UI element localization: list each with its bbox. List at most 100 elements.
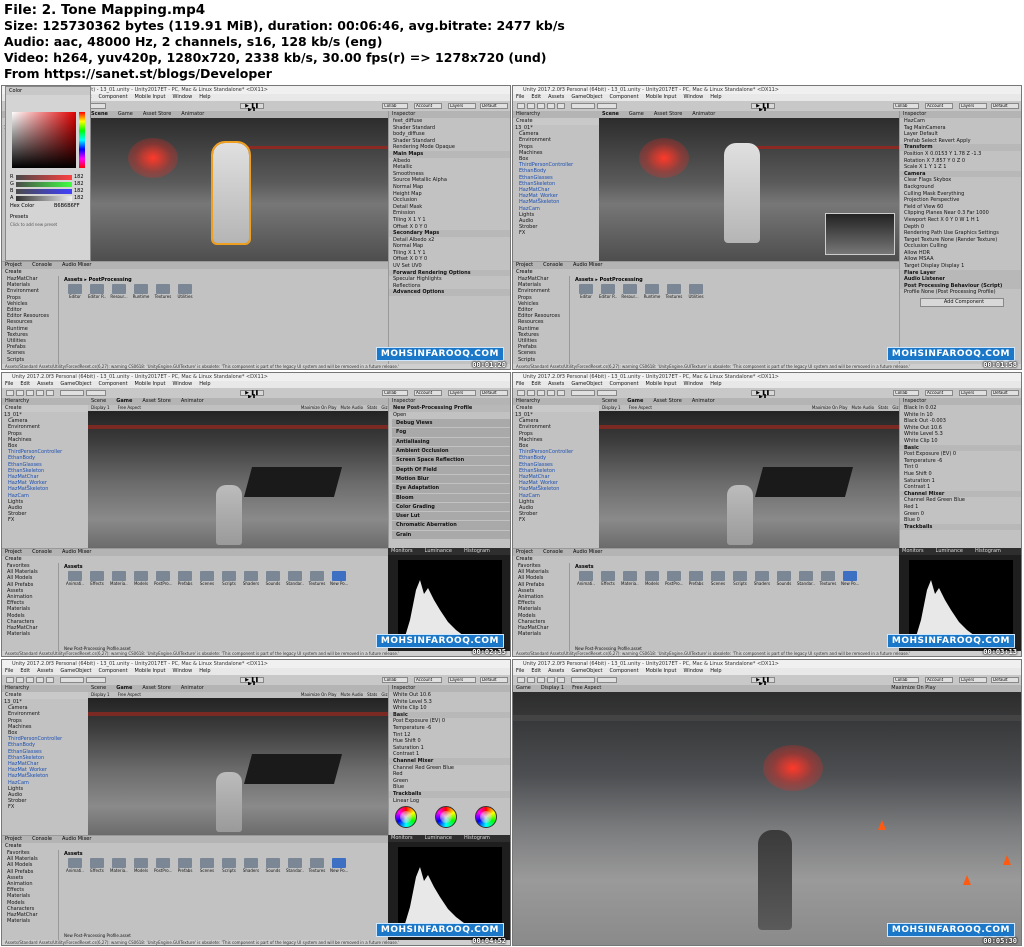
mute-toggle[interactable]: Mute Audio: [851, 405, 874, 410]
inspector-row[interactable]: Black In 0.02: [900, 405, 1021, 412]
inspector-row[interactable]: Channel Mixer: [389, 757, 510, 765]
tab-scene[interactable]: Scene: [91, 398, 106, 404]
project-create-button[interactable]: Create: [2, 556, 388, 563]
menu-item-window[interactable]: Window: [683, 381, 703, 387]
inspector-row[interactable]: White Clip 10: [389, 705, 510, 712]
inspector-row[interactable]: New Post-Processing Profile: [389, 405, 510, 412]
asset-folder[interactable]: New Po...: [841, 571, 859, 586]
asset-folder[interactable]: Shaders: [242, 858, 260, 873]
layout-dropdown[interactable]: Default: [480, 103, 508, 109]
inspector-row[interactable]: Allow MSAA: [900, 256, 1021, 263]
menu-item-window[interactable]: Window: [172, 381, 192, 387]
inspector-row[interactable]: Post Exposure (EV) 0: [900, 451, 1021, 458]
maximize-toggle[interactable]: Maximize On Play: [301, 405, 337, 410]
inspector-row[interactable]: Open: [389, 412, 510, 419]
asset-folder[interactable]: Standar...: [797, 571, 815, 586]
collab-dropdown[interactable]: Collab: [382, 677, 408, 683]
inspector-row[interactable]: body_diffuse: [389, 131, 510, 138]
project-tree-item[interactable]: Materials: [513, 631, 569, 637]
tab-monitors[interactable]: Monitors: [902, 548, 924, 554]
asset-folder[interactable]: Models: [132, 858, 150, 873]
asset-folder[interactable]: Effects: [88, 571, 106, 586]
tool-button-7[interactable]: [597, 103, 617, 109]
menu-item-mobile-input[interactable]: Mobile Input: [646, 668, 677, 674]
asset-folder[interactable]: Scenes: [709, 571, 727, 586]
tool-button-3[interactable]: [537, 677, 545, 683]
tab-game[interactable]: Game: [116, 685, 132, 691]
tool-button-6[interactable]: [60, 677, 84, 683]
inspector-row[interactable]: Audio Listener: [900, 276, 1021, 283]
tab-luminance[interactable]: Luminance: [936, 548, 963, 554]
menu-item-mobile-input[interactable]: Mobile Input: [135, 94, 166, 100]
inspector-row[interactable]: Rendering Path Use Graphics Settings: [900, 230, 1021, 237]
inspector-row[interactable]: Normal Map: [389, 184, 510, 191]
tool-button-3[interactable]: [537, 390, 545, 396]
display-dropdown[interactable]: Display 1: [91, 692, 110, 697]
inspector-row[interactable]: Transform: [900, 144, 1021, 151]
tab-histogram[interactable]: Histogram: [975, 548, 1001, 554]
asset-folder[interactable]: New Po...: [330, 571, 348, 586]
menu-item-gameobject[interactable]: GameObject: [571, 94, 602, 100]
menu-item-component[interactable]: Component: [99, 668, 128, 674]
asset-folder[interactable]: Resour...: [110, 284, 128, 299]
asset-folder[interactable]: Effects: [88, 858, 106, 873]
asset-folder[interactable]: Animati...: [66, 858, 84, 873]
hierarchy-create-button[interactable]: Create: [513, 118, 599, 125]
stats-toggle[interactable]: Stats: [367, 692, 377, 697]
tool-button-7[interactable]: [597, 390, 617, 396]
inspector-row[interactable]: Forward Rendering Options: [389, 269, 510, 277]
inspector-row[interactable]: Layer Default: [900, 131, 1021, 138]
hex-value[interactable]: B6B6B6FF: [54, 204, 80, 209]
channel-slider-r[interactable]: [16, 175, 72, 180]
menu-item-edit[interactable]: Edit: [531, 94, 541, 100]
menu-item-window[interactable]: Window: [683, 94, 703, 100]
tool-button-5[interactable]: [46, 677, 54, 683]
asset-folder[interactable]: Textures: [819, 571, 837, 586]
menu-item-gameobject[interactable]: GameObject: [571, 381, 602, 387]
play-controls[interactable]: ▶ ❚❚ ▶❚: [751, 677, 775, 687]
tool-button-2[interactable]: [16, 677, 24, 683]
layers-dropdown[interactable]: Layers: [959, 677, 987, 683]
menu-item-file[interactable]: File: [516, 94, 524, 100]
layout-dropdown[interactable]: Default: [991, 677, 1019, 683]
menu-item-mobile-input[interactable]: Mobile Input: [135, 381, 166, 387]
inspector-row[interactable]: Advanced Options: [389, 289, 510, 297]
asset-folder[interactable]: Materia...: [110, 858, 128, 873]
tab-console[interactable]: Console: [543, 262, 563, 268]
project-create-button[interactable]: Create: [2, 269, 388, 276]
tab-game[interactable]: Game: [627, 398, 643, 404]
inspector-row[interactable]: Source Metallic Alpha: [389, 177, 510, 184]
inspector-row[interactable]: White In 10: [900, 412, 1021, 419]
inspector-row[interactable]: White Level 5.3: [900, 431, 1021, 438]
tab-scene[interactable]: Scene: [602, 398, 617, 404]
aspect-dropdown[interactable]: Free Aspect: [118, 405, 141, 410]
aspect-dropdown[interactable]: Free Aspect: [572, 685, 601, 691]
inspector-row[interactable]: Hue Shift 0: [389, 738, 510, 745]
tab-animator[interactable]: Animator: [181, 398, 204, 404]
tab-game[interactable]: Game: [118, 111, 133, 117]
tab-scene[interactable]: Scene: [91, 685, 106, 691]
asset-folder[interactable]: Models: [643, 571, 661, 586]
inspector-row[interactable]: Contrast 1: [900, 484, 1021, 491]
inspector-row[interactable]: White Out 10.6: [389, 692, 510, 699]
tool-button-4[interactable]: [547, 390, 555, 396]
inspector-row[interactable]: feet_diffuse: [389, 118, 510, 125]
tool-button-5[interactable]: [557, 103, 565, 109]
inspector-row[interactable]: HazCam: [900, 118, 1021, 125]
menu-item-assets[interactable]: Assets: [548, 94, 564, 100]
inspector-row[interactable]: Smoothness: [389, 171, 510, 178]
collab-dropdown[interactable]: Collab: [382, 390, 408, 396]
inspector-row[interactable]: Temperature -6: [900, 458, 1021, 465]
inspector-row[interactable]: Background: [900, 184, 1021, 191]
tab-game[interactable]: Game: [629, 111, 644, 117]
menu-item-component[interactable]: Component: [610, 668, 639, 674]
tool-button-3[interactable]: [26, 390, 34, 396]
asset-folder[interactable]: Utilities: [687, 284, 705, 299]
tab-project[interactable]: Project: [516, 262, 533, 268]
inspector-row[interactable]: Red: [389, 771, 510, 778]
inspector-row[interactable]: Green 0: [900, 511, 1021, 518]
inspector-row[interactable]: Shader Standard: [389, 125, 510, 132]
tool-button-6[interactable]: [571, 103, 595, 109]
tool-button-3[interactable]: [537, 103, 545, 109]
inspector-row[interactable]: Offset X 0 Y 0: [389, 256, 510, 263]
